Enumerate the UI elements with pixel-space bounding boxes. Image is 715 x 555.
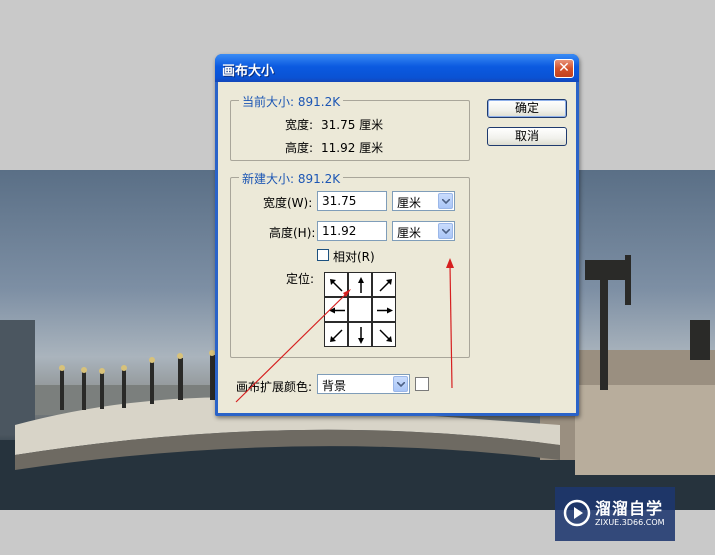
dialog-title: 画布大小 bbox=[222, 64, 275, 79]
current-width-label: 宽度: bbox=[285, 118, 314, 132]
extension-color-select[interactable]: 背景 bbox=[317, 374, 410, 394]
arrow-down-right-icon bbox=[379, 329, 392, 342]
relative-checkbox[interactable] bbox=[317, 249, 329, 261]
arrow-right-icon bbox=[377, 307, 393, 314]
height-unit-select[interactable]: 厘米 bbox=[392, 221, 455, 241]
watermark-name: 溜溜自学 bbox=[595, 499, 664, 518]
arrow-down-icon bbox=[358, 327, 364, 344]
close-button[interactable]: ✕ bbox=[554, 59, 574, 78]
extension-color-swatch[interactable] bbox=[415, 377, 429, 391]
chevron-down-icon bbox=[393, 376, 408, 392]
arrow-left-icon bbox=[329, 307, 345, 314]
anchor-bottom[interactable] bbox=[348, 322, 372, 347]
new-width-label: 宽度(W): bbox=[263, 196, 313, 210]
anchor-top[interactable] bbox=[348, 272, 372, 297]
arrow-down-left-icon bbox=[330, 329, 343, 342]
chevron-down-icon bbox=[438, 193, 453, 209]
current-size-group: 当前大小: 891.2K 宽度: 31.75 厘米 高度: 11.92 厘米 bbox=[230, 93, 470, 161]
anchor-top-right[interactable] bbox=[372, 272, 396, 297]
title-bar[interactable]: 画布大小 ✕ bbox=[215, 54, 579, 82]
current-width-value: 31.75 厘米 bbox=[321, 118, 384, 132]
ok-button[interactable]: 确定 bbox=[487, 99, 567, 118]
anchor-grid bbox=[324, 272, 396, 347]
anchor-bottom-right[interactable] bbox=[372, 322, 396, 347]
new-height-label: 高度(H): bbox=[269, 226, 316, 240]
close-icon: ✕ bbox=[558, 60, 570, 76]
dialog-body: 当前大小: 891.2K 宽度: 31.75 厘米 高度: 11.92 厘米 新… bbox=[218, 82, 576, 413]
anchor-right[interactable] bbox=[372, 297, 396, 322]
anchor-top-left[interactable] bbox=[324, 272, 348, 297]
play-logo-icon bbox=[563, 499, 591, 527]
width-unit-select[interactable]: 厘米 bbox=[392, 191, 455, 211]
chevron-down-icon bbox=[438, 223, 453, 239]
anchor-bottom-left[interactable] bbox=[324, 322, 348, 347]
height-input[interactable]: 11.92 bbox=[317, 221, 387, 241]
arrow-up-right-icon bbox=[379, 279, 392, 292]
relative-label: 相对(R) bbox=[333, 250, 375, 264]
canvas-size-dialog: 画布大小 ✕ 当前大小: 891.2K 宽度: 31.75 厘米 高度: 11.… bbox=[215, 54, 579, 416]
cancel-button[interactable]: 取消 bbox=[487, 127, 567, 146]
anchor-center[interactable] bbox=[348, 297, 372, 322]
anchor-label: 定位: bbox=[286, 272, 315, 286]
height-unit-value: 厘米 bbox=[397, 226, 422, 240]
watermark: 溜溜自学 ZIXUE.3D66.COM bbox=[555, 487, 675, 541]
current-size-legend: 当前大小: 891.2K bbox=[239, 93, 344, 110]
arrow-up-icon bbox=[358, 277, 364, 293]
anchor-left[interactable] bbox=[324, 297, 348, 322]
new-size-legend: 新建大小: 891.2K bbox=[239, 170, 344, 187]
current-height-value: 11.92 厘米 bbox=[321, 141, 384, 155]
width-input[interactable]: 31.75 bbox=[317, 191, 387, 211]
extension-color-label: 画布扩展颜色: bbox=[236, 380, 313, 394]
width-unit-value: 厘米 bbox=[397, 196, 422, 210]
extension-color-value: 背景 bbox=[322, 379, 347, 393]
watermark-url: ZIXUE.3D66.COM bbox=[595, 518, 665, 527]
current-height-label: 高度: bbox=[285, 141, 314, 155]
arrow-up-left-icon bbox=[330, 279, 343, 292]
